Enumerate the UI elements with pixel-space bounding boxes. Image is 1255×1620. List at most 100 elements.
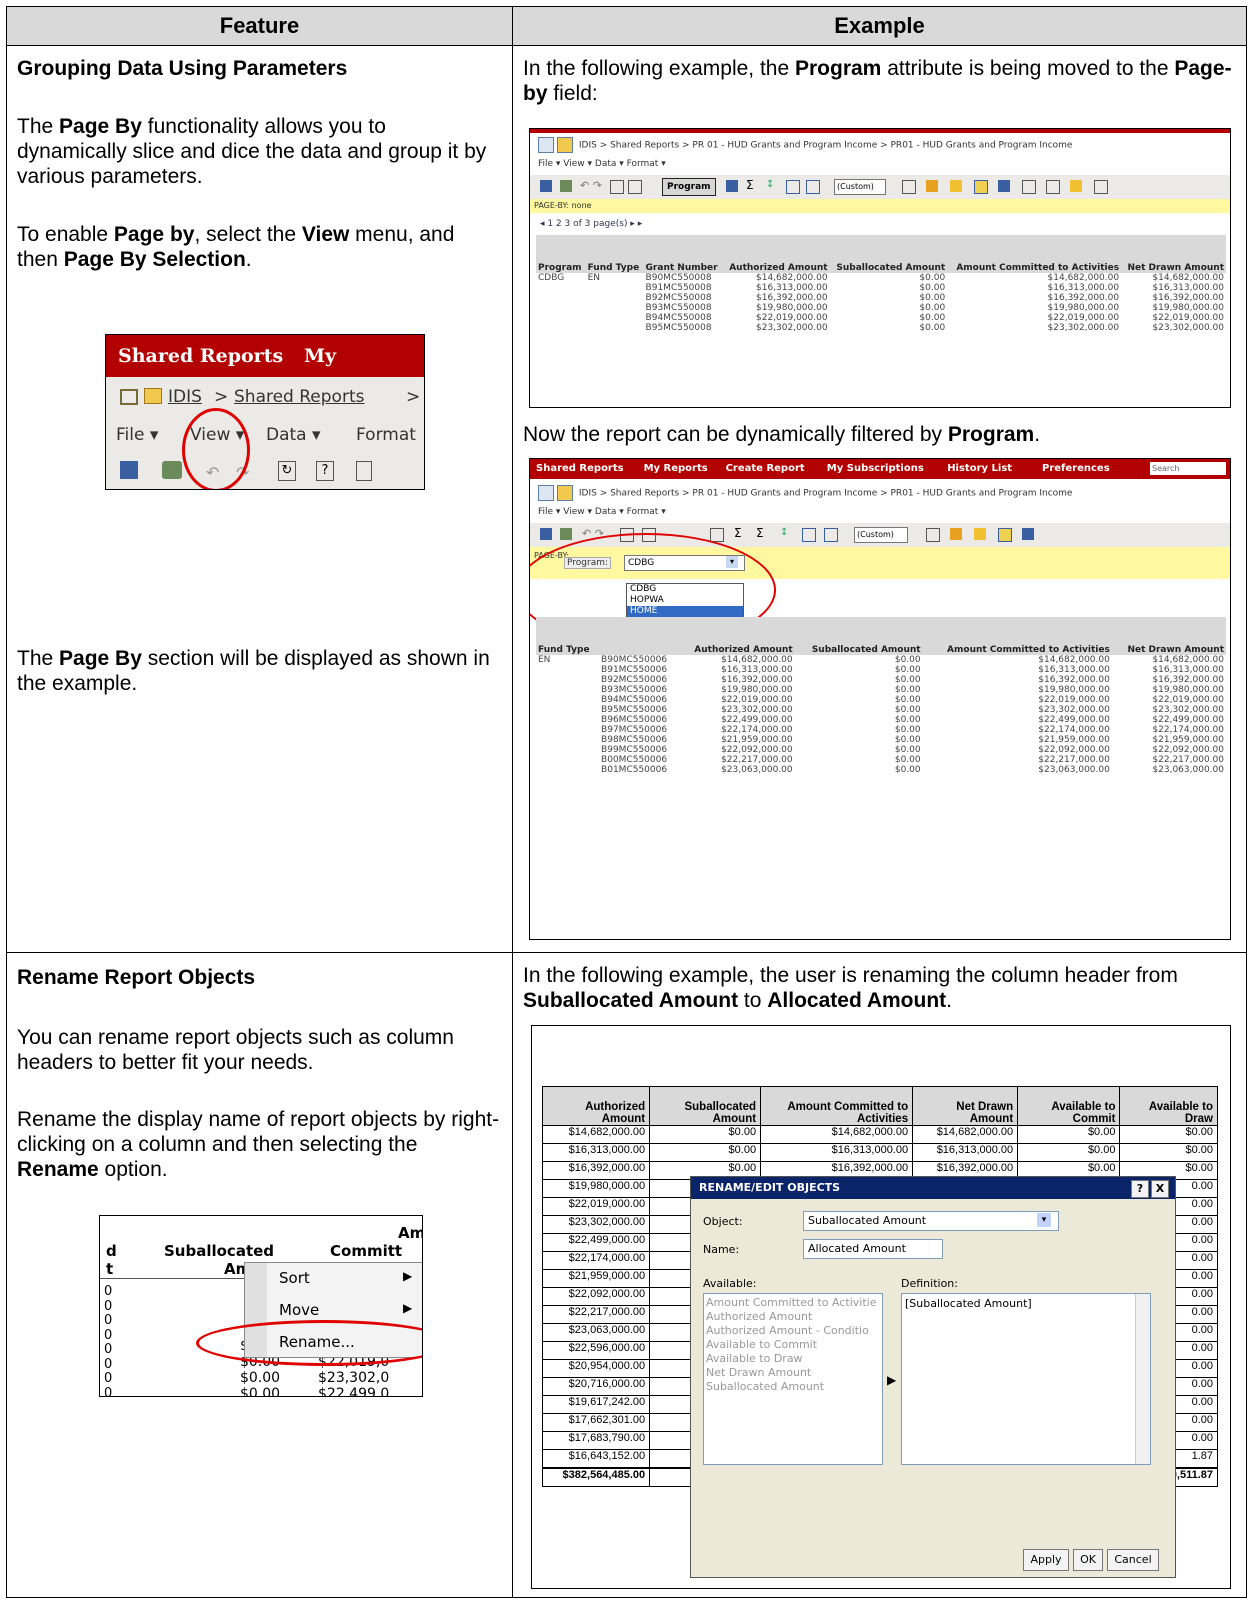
pageby-icon[interactable] [950,180,962,192]
pivot-icon[interactable] [902,180,916,194]
custom-select[interactable]: (Custom) [834,179,886,195]
layout-icon[interactable] [974,180,988,194]
home-icon[interactable] [538,137,554,153]
help-icon[interactable] [628,180,642,194]
sum-icon[interactable]: Σ [746,178,754,192]
menu-bar[interactable]: File ▾ View ▾ Data ▾ Format ▾ [538,507,666,517]
chevron-down-icon[interactable]: ▾ [1037,1213,1051,1227]
column-header[interactable]: Amount Committed to Activities [760,1086,914,1126]
available-item[interactable]: Available to Commit [706,1338,880,1352]
print-icon[interactable] [560,528,572,540]
column-header[interactable]: Net Drawn Amount [1111,617,1226,655]
menu-bar[interactable]: File ▾ View ▾ Data ▾ Format ▾ [538,159,666,169]
folder-up-icon[interactable] [557,485,573,501]
available-item[interactable]: Suballocated Amount [706,1380,880,1394]
pageby-zone[interactable]: PAGE-BY: none [530,199,1230,213]
nav-item[interactable]: My Subscriptions [827,459,924,479]
close-icon[interactable]: X [1151,1180,1169,1198]
graph-icon[interactable] [806,180,820,194]
nav-item[interactable]: Shared Reports [536,459,624,479]
chart-icon[interactable] [802,528,816,542]
home-icon[interactable] [120,389,138,405]
available-item[interactable]: Authorized Amount - Conditio [706,1324,880,1338]
subtotal-icon[interactable]: Σ [756,526,764,540]
save-icon[interactable] [120,461,138,479]
column-header[interactable]: Grant Number [643,235,723,273]
column-header[interactable]: Program [536,235,586,273]
nav-item[interactable]: History List [947,459,1012,479]
menu-file[interactable]: File ▾ [116,417,158,453]
print-icon[interactable] [560,180,572,192]
available-item[interactable]: Available to Draw [706,1352,880,1366]
columns-icon[interactable] [998,180,1010,192]
pagination[interactable]: ◂ 1 2 3 of 3 page(s) ▸ ▸ [540,219,642,229]
refresh-icon[interactable]: ↻ [278,461,296,481]
column-header[interactable]: Net Drawn Amount [912,1086,1019,1126]
layout-icon[interactable] [998,528,1012,542]
custom-select[interactable]: (Custom) [854,527,908,543]
dragged-program-attribute[interactable]: Program [662,178,716,196]
crumb-shared-reports[interactable]: Shared Reports [234,377,364,417]
available-item[interactable]: Authorized Amount [706,1310,880,1324]
menu-item-move[interactable]: Move [279,1301,319,1319]
name-input[interactable]: Allocated Amount [803,1239,943,1259]
folder-up-icon[interactable] [557,137,573,153]
more-icon[interactable] [1094,180,1108,194]
page-icon[interactable] [356,461,372,481]
object-select[interactable]: Suballocated Amount [803,1211,1059,1231]
sum-icon[interactable]: Σ [734,526,742,540]
grid-icon[interactable] [710,528,724,542]
save-icon[interactable] [540,180,552,192]
column-header[interactable]: Amount Committed to Activities [922,617,1112,655]
column-header[interactable]: Suballocated Amount [829,235,948,273]
search-input[interactable]: Search [1150,462,1226,475]
chart-icon[interactable] [786,180,800,194]
suballocated-header[interactable]: Suballocated [164,1242,274,1260]
nav-item[interactable]: Preferences [1042,459,1110,479]
column-header[interactable]: Authorized Amount [541,1086,651,1126]
column-header[interactable]: Net Drawn Amount [1121,235,1226,273]
nav-item[interactable]: My Reports [644,459,708,479]
menu-item-sort[interactable]: Sort [279,1269,310,1287]
home-icon[interactable] [538,485,554,501]
cancel-button[interactable]: Cancel [1107,1549,1159,1571]
column-header[interactable]: Available to Commit [1017,1086,1121,1126]
definition-textarea[interactable]: [Suballocated Amount] [901,1293,1151,1465]
pageby-icon[interactable] [974,528,986,540]
undo-icon[interactable]: ↶ ↷ [580,179,602,192]
available-item[interactable]: Net Drawn Amount [706,1366,880,1380]
column-header[interactable]: Authorized Amount [678,617,795,655]
filter-icon[interactable] [926,180,938,192]
folder-up-icon[interactable] [144,388,162,404]
column-header[interactable]: Suballocated Amount [794,617,923,655]
column-header[interactable]: Fund Type [585,235,644,273]
save-icon[interactable] [540,528,552,540]
available-list[interactable]: Amount Committed to Activitie Authorized … [703,1293,883,1465]
sort-icon[interactable]: ↕ [766,179,774,190]
tab-shared-reports[interactable]: Shared Reports [118,335,283,377]
column-header[interactable]: Available to Draw [1119,1086,1218,1126]
column-header[interactable]: Suballocated Amount [649,1086,762,1126]
export-icon[interactable] [1070,180,1082,192]
help-icon[interactable]: ? [1131,1180,1149,1198]
apply-button[interactable]: Apply [1023,1549,1069,1571]
column-header[interactable]: Amount Committed to Activities [947,235,1122,273]
column-header[interactable]: Authorized Amount [722,235,830,273]
pivot-icon[interactable] [926,528,940,542]
split-icon[interactable] [1046,180,1060,194]
graph-icon[interactable] [824,528,838,542]
scrollbar[interactable] [1135,1294,1150,1464]
sort-icon[interactable]: ↕ [780,527,788,538]
menu-data[interactable]: Data ▾ [266,417,321,453]
grid-icon[interactable] [726,180,738,192]
crumb-idis[interactable]: IDIS [168,377,202,417]
help-icon[interactable]: ? [316,461,334,481]
print-icon[interactable] [162,461,182,479]
rows-icon[interactable] [1022,180,1036,194]
nav-item[interactable]: Create Report [726,459,805,479]
add-arrow-icon[interactable]: ▶ [887,1373,896,1387]
ok-button[interactable]: OK [1073,1549,1103,1571]
refresh-icon[interactable] [610,180,624,194]
filter-icon[interactable] [950,528,962,540]
available-item[interactable]: Amount Committed to Activitie [706,1296,880,1310]
